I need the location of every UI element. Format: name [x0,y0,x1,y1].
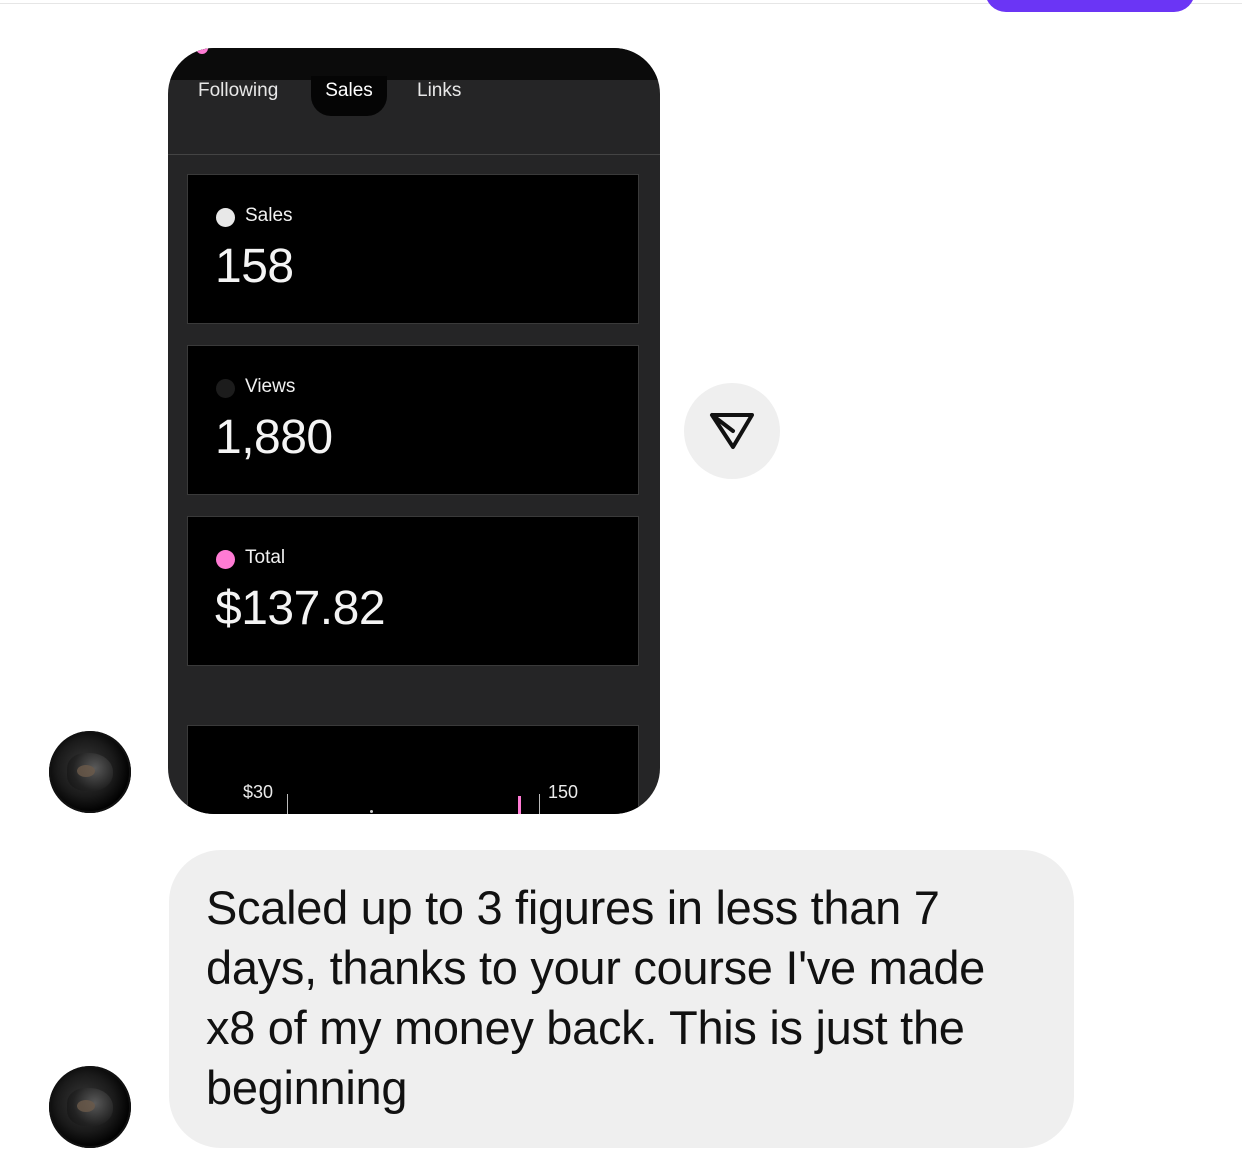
total-label: Total [245,547,286,568]
views-value: 1,880 [215,411,333,464]
views-label: Views [245,376,296,397]
chart-right-axis [539,794,540,814]
sales-label: Sales [245,205,293,226]
tabs-divider [168,154,660,155]
chart-card: $30 150 [187,725,639,814]
views-dot [216,379,235,398]
tab-links: Links [417,80,462,101]
sales-card: Sales 158 [187,174,639,324]
message-bubble[interactable]: Scaled up to 3 figures in less than 7 da… [169,850,1074,1148]
send-icon [710,413,754,449]
sent-message-bubble-partial [985,0,1195,12]
screenshot-tabs: Following Sales Links [168,76,660,154]
sender-avatar[interactable] [49,731,131,813]
sales-dot [216,208,235,227]
chart-bar [518,796,521,814]
tab-following: Following [198,80,279,101]
total-dot [216,550,235,569]
header-dot [196,48,208,54]
total-card: Total $137.82 [187,516,639,666]
message-text: Scaled up to 3 figures in less than 7 da… [206,881,985,1114]
chart-left-tick: $30 [243,782,274,802]
stats-screenshot-image[interactable]: Following Sales Links Sales 158 Views 1,… [168,48,660,814]
chart-point [370,810,373,813]
total-value: $137.82 [215,582,386,635]
tab-sales: Sales [311,76,387,116]
views-card: Views 1,880 [187,345,639,495]
share-button[interactable] [684,383,780,479]
sales-value: 158 [215,240,294,293]
chart-right-tick: 150 [548,782,579,802]
chart-left-axis [287,794,288,814]
sender-avatar[interactable] [49,1066,131,1148]
